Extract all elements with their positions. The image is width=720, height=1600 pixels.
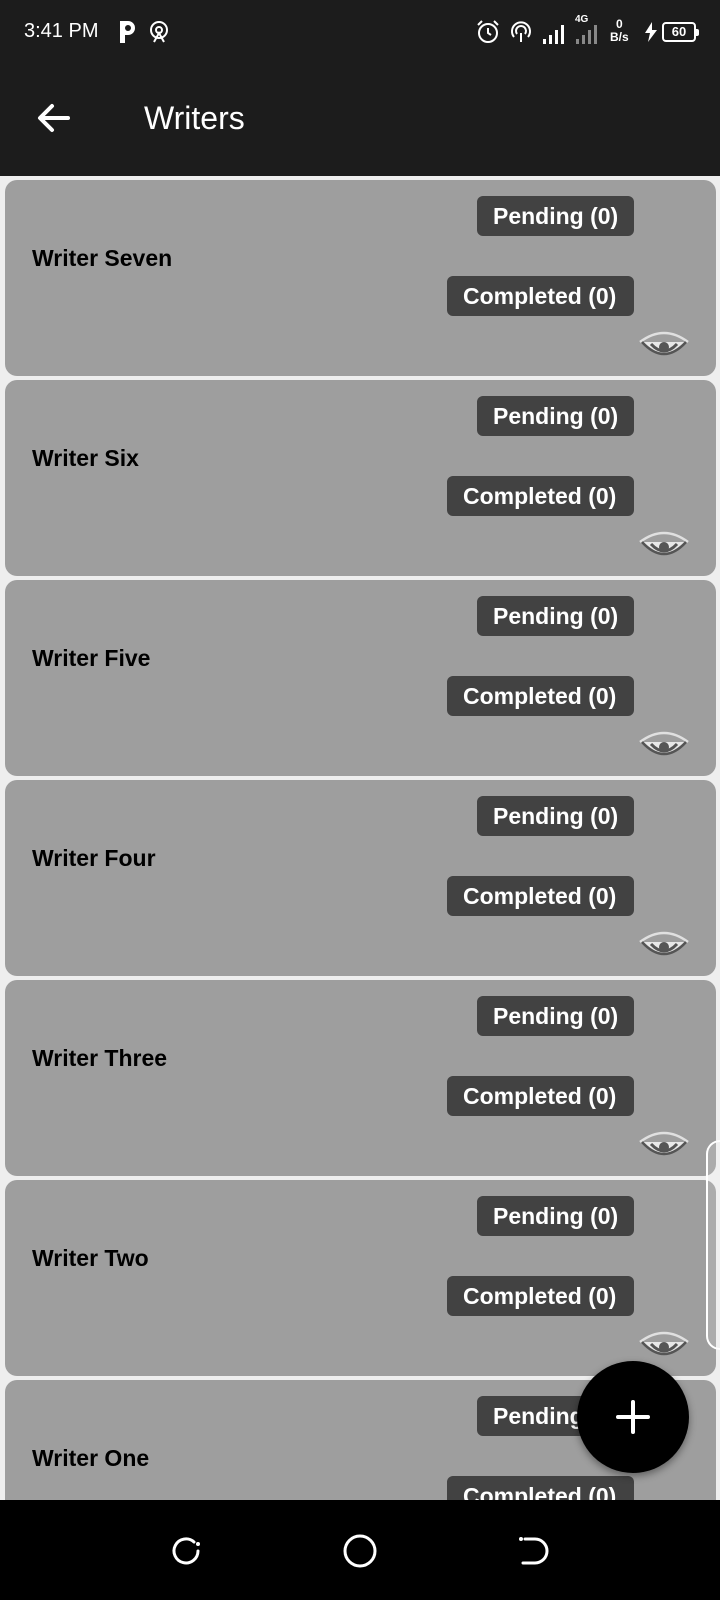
completed-badge[interactable]: Completed (0) xyxy=(447,276,634,316)
eye-icon[interactable] xyxy=(637,1128,691,1164)
pending-badge[interactable]: Pending (0) xyxy=(477,996,634,1036)
hotspot-icon xyxy=(511,21,531,42)
side-panel-handle[interactable] xyxy=(706,1140,720,1350)
status-time: 3:41 PM xyxy=(24,20,99,42)
back-arrow-icon[interactable] xyxy=(30,94,78,142)
eye-icon[interactable] xyxy=(637,328,691,364)
pending-badge[interactable]: Pending (0) xyxy=(477,196,634,236)
writer-name: Writer Three xyxy=(32,1045,168,1071)
back-icon[interactable] xyxy=(515,1532,553,1570)
status-bar: 3:41 PM 4G 0 B/s 60 xyxy=(0,0,720,64)
writer-name: Writer Six xyxy=(32,445,139,471)
battery-icon: 60 xyxy=(662,22,699,42)
signal-icon xyxy=(543,25,564,44)
screen: 3:41 PM 4G 0 B/s 60 Writers Writer Seven… xyxy=(0,0,720,1600)
writer-card[interactable]: Writer Four Pending (0) Completed (0) xyxy=(5,780,716,976)
writer-card[interactable]: Writer Seven Pending (0) Completed (0) xyxy=(5,180,716,376)
completed-badge[interactable]: Completed (0) xyxy=(447,676,634,716)
eye-icon[interactable] xyxy=(637,528,691,564)
writer-name: Writer Two xyxy=(32,1245,149,1271)
writer-card[interactable]: Writer Five Pending (0) Completed (0) xyxy=(5,580,716,776)
writer-card[interactable]: Writer Three Pending (0) Completed (0) xyxy=(5,980,716,1176)
network-speed: 0 B/s xyxy=(610,18,629,44)
add-writer-button[interactable] xyxy=(577,1361,689,1473)
writer-name: Writer Four xyxy=(32,845,156,871)
writer-name: Writer Five xyxy=(32,645,151,671)
writer-card[interactable]: Writer Two Pending (0) Completed (0) xyxy=(5,1180,716,1376)
recents-icon[interactable] xyxy=(167,1532,205,1570)
app-bar: Writers xyxy=(0,64,720,176)
eye-icon[interactable] xyxy=(637,728,691,764)
system-nav-bar xyxy=(0,1500,720,1600)
writer-name: Writer One xyxy=(32,1445,150,1471)
completed-badge[interactable]: Completed (0) xyxy=(447,476,634,516)
plus-icon xyxy=(616,1400,650,1434)
completed-badge[interactable]: Completed (0) xyxy=(447,1476,634,1500)
home-icon[interactable] xyxy=(341,1532,379,1570)
pending-badge[interactable]: Pending (0) xyxy=(477,796,634,836)
alarm-icon xyxy=(477,20,499,43)
battery-level: 60 xyxy=(671,24,687,39)
eye-icon[interactable] xyxy=(637,928,691,964)
pending-badge[interactable]: Pending (0) xyxy=(477,396,634,436)
network-speed-unit: B/s xyxy=(610,30,629,44)
completed-badge[interactable]: Completed (0) xyxy=(447,1276,634,1316)
signal-icon xyxy=(576,25,597,44)
p-app-icon xyxy=(120,21,135,43)
completed-badge[interactable]: Completed (0) xyxy=(447,1076,634,1116)
page-title: Writers xyxy=(144,100,245,136)
writer-name: Writer Seven xyxy=(32,245,173,271)
charging-icon xyxy=(645,22,657,42)
pending-badge[interactable]: Pending (0) xyxy=(477,596,634,636)
pending-badge[interactable]: Pending (0) xyxy=(477,1196,634,1236)
writer-card[interactable]: Writer Six Pending (0) Completed (0) xyxy=(5,380,716,576)
completed-badge[interactable]: Completed (0) xyxy=(447,876,634,916)
hotspot-icon xyxy=(150,21,168,43)
eye-icon[interactable] xyxy=(637,1328,691,1364)
writers-list[interactable]: Writer Seven Pending (0) Completed (0) W… xyxy=(0,180,720,1500)
